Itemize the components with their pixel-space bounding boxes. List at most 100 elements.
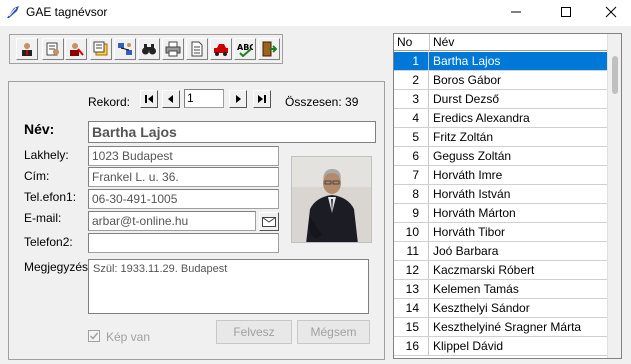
row-name: Joó Barbara [433, 244, 499, 258]
list-scrollbar[interactable] [607, 34, 621, 358]
table-row[interactable]: 7 Horváth Imre [394, 166, 607, 185]
table-row[interactable]: 3 Durst Dezső [394, 90, 607, 109]
maximize-button[interactable] [543, 0, 589, 24]
row-name: Fritz Zoltán [433, 130, 494, 144]
edit-list-button[interactable] [42, 38, 64, 60]
checkmark-icon [89, 332, 99, 340]
row-name: Horváth Imre [433, 168, 503, 182]
photo-checkbox-label: Kép van [106, 330, 151, 344]
table-row[interactable]: 13 Kelemen Tamás [394, 280, 607, 299]
spellcheck-button[interactable]: ABC [234, 38, 256, 60]
next-record-button[interactable] [229, 90, 247, 108]
row-number: 16 [394, 337, 429, 355]
row-name: Klippel Dávid [433, 339, 504, 353]
notes-icon [93, 41, 108, 56]
printer-icon [165, 41, 181, 57]
cancel-button[interactable]: Mégsem [297, 320, 370, 344]
network-button[interactable] [114, 38, 136, 60]
network-icon [118, 43, 132, 55]
minimize-button[interactable] [493, 0, 539, 24]
close-button[interactable] [588, 0, 631, 24]
first-record-button[interactable] [140, 90, 158, 108]
car-button[interactable] [210, 38, 232, 60]
address-input[interactable]: Frankel L. u. 36. [88, 167, 279, 187]
toolbar: ABC [9, 34, 283, 64]
column-no-header[interactable]: No [394, 34, 430, 51]
prev-icon [168, 95, 173, 103]
phone2-label: Telefon2: [24, 235, 73, 249]
table-row[interactable]: 9 Horváth Márton [394, 204, 607, 223]
row-number: 1 [394, 52, 429, 70]
row-name: Eredics Alexandra [433, 111, 530, 125]
table-row[interactable]: 6 Geguss Zoltán [394, 147, 607, 166]
table-row[interactable]: 5 Fritz Zoltán [394, 128, 607, 147]
row-number: 6 [394, 147, 429, 165]
car-icon [214, 44, 228, 56]
send-email-button[interactable] [259, 212, 279, 231]
row-number: 12 [394, 261, 429, 279]
row-name: Horváth István [433, 187, 511, 201]
portrait-image [292, 157, 371, 242]
row-number: 4 [394, 109, 429, 127]
name-label: Név: [24, 121, 55, 137]
table-row[interactable]: 2 Boros Gábor [394, 71, 607, 90]
row-name: Horváth Márton [433, 206, 516, 220]
record-number-input[interactable]: 1 [184, 89, 224, 108]
row-number: 13 [394, 280, 429, 298]
phone2-input[interactable] [88, 233, 279, 253]
row-name: Kelemen Tamás [433, 282, 519, 296]
photo-checkbox[interactable] [88, 330, 100, 342]
member-list[interactable]: No Név 1 Bartha Lajos 2 Boros Gábor 3 Durst D… [393, 33, 622, 359]
person-button[interactable] [16, 38, 38, 60]
residence-input[interactable]: 1023 Budapest [88, 146, 279, 166]
member-photo [291, 156, 372, 243]
print-button[interactable] [162, 38, 184, 60]
row-name: Boros Gábor [433, 73, 502, 87]
row-number: 3 [394, 90, 429, 108]
search-button[interactable] [138, 38, 160, 60]
row-number: 2 [394, 71, 429, 89]
row-name: Horváth Tibor [433, 225, 506, 239]
table-row[interactable]: 11 Joó Barbara [394, 242, 607, 261]
scrollbar-thumb[interactable] [612, 56, 618, 94]
table-row[interactable]: 12 Kaczmarski Róbert [394, 261, 607, 280]
table-row[interactable]: 8 Horváth István [394, 185, 607, 204]
email-input[interactable]: arbar@t-online.hu [88, 211, 256, 231]
address-label: Cím: [24, 169, 50, 183]
row-number: 14 [394, 299, 429, 317]
record-label: Rekord: [88, 95, 131, 109]
notes-textarea[interactable]: Szül: 1933.11.29. Budapest [88, 259, 369, 314]
table-row[interactable]: 14 Keszthelyi Sándor [394, 299, 607, 318]
last-record-button[interactable] [253, 90, 271, 108]
name-input[interactable]: Bartha Lajos [88, 121, 376, 143]
person-icon [22, 43, 32, 56]
delete-person-button[interactable] [65, 38, 87, 60]
row-name: Keszthelyi Sándor [433, 301, 530, 315]
column-name-header[interactable]: Név [430, 34, 607, 51]
delete-person-icon [70, 43, 84, 56]
row-name: Kaczmarski Róbert [433, 263, 535, 277]
total-count: Összesen: 39 [285, 95, 359, 109]
edit-list-icon [46, 42, 59, 56]
row-number: 8 [394, 185, 429, 203]
title-bar[interactable]: GAE tagnévsor [0, 0, 631, 26]
prev-record-button[interactable] [162, 90, 180, 108]
phone1-input[interactable]: 06-30-491-1005 [88, 189, 279, 209]
table-row[interactable]: 10 Horváth Tibor [394, 223, 607, 242]
table-row[interactable]: 15 Keszthelyiné Sragner Márta [394, 318, 607, 337]
table-row[interactable]: 16 Klippel Dávid [394, 337, 607, 356]
row-name: Bartha Lajos [433, 54, 501, 68]
notes-button[interactable] [90, 38, 112, 60]
notes-label: Megjegyzés: [24, 260, 92, 274]
window-title: GAE tagnévsor [26, 5, 108, 19]
document-button[interactable] [186, 38, 208, 60]
binoculars-icon [142, 44, 156, 55]
document-icon [191, 41, 203, 57]
phone1-label: Tel.efon1: [24, 190, 77, 204]
quill-app-icon [7, 6, 19, 18]
table-row[interactable]: 1 Bartha Lajos [394, 52, 607, 71]
exit-button[interactable] [258, 38, 280, 60]
add-button[interactable]: Felvesz [216, 320, 292, 344]
table-row[interactable]: 4 Eredics Alexandra [394, 109, 607, 128]
next-icon [236, 95, 241, 103]
